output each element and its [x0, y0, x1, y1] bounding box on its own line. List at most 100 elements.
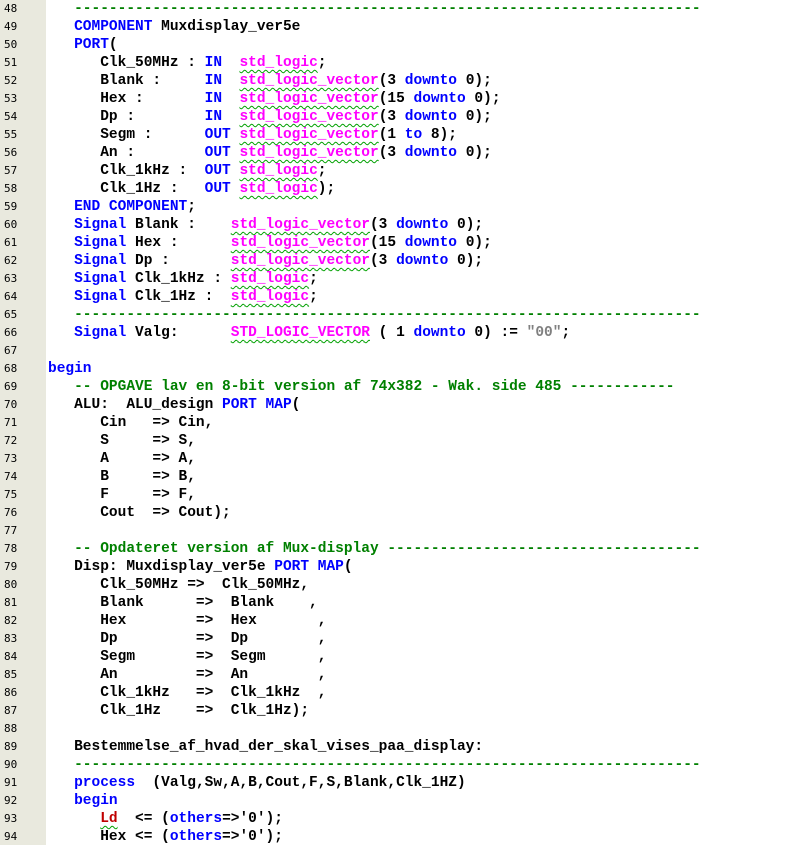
code-text: PORT(: [48, 36, 118, 54]
token-kw: process: [74, 775, 136, 791]
code-line[interactable]: 60 Signal Blank : std_logic_vector(3 dow…: [0, 216, 790, 234]
token-kw: Signal: [74, 235, 127, 251]
code-text: Hex <= (others=>'0');: [48, 828, 283, 845]
line-number: 49: [4, 20, 18, 33]
code-line[interactable]: 79 Disp: Muxdisplay_ver5e PORT MAP(: [0, 558, 790, 576]
token-kw: MAP: [265, 397, 292, 413]
line-number: 82: [4, 614, 18, 627]
token-plain: Hex => Hex ,: [48, 613, 327, 629]
line-number: 50: [4, 38, 18, 51]
token-plain: (1: [378, 127, 405, 143]
token-plain: (: [108, 37, 118, 53]
line-number: 62: [4, 254, 18, 267]
code-line[interactable]: 73 A => A,: [0, 450, 790, 468]
code-line[interactable]: 74 B => B,: [0, 468, 790, 486]
code-line[interactable]: 85 An => An ,: [0, 666, 790, 684]
code-line[interactable]: 91 process (Valg,Sw,A,B,Cout,F,S,Blank,C…: [0, 774, 790, 792]
code-line[interactable]: 71 Cin => Cin,: [0, 414, 790, 432]
code-line[interactable]: 84 Segm => Segm ,: [0, 648, 790, 666]
code-line[interactable]: 68 begin: [0, 360, 790, 378]
code-line[interactable]: 66 Signal Valg: STD_LOGIC_VECTOR ( 1 dow…: [0, 324, 790, 342]
token-plain: (15: [378, 91, 414, 107]
code-line[interactable]: 69 -- OPGAVE lav en 8-bit version af 74x…: [0, 378, 790, 396]
token-plain: Disp: Muxdisplay_ver5e: [48, 559, 275, 575]
code-line[interactable]: 61 Signal Hex : std_logic_vector(15 down…: [0, 234, 790, 252]
code-line[interactable]: 57 Clk_1kHz : OUT std_logic;: [0, 162, 790, 180]
code-line[interactable]: 58 Clk_1Hz : OUT std_logic);: [0, 180, 790, 198]
code-line[interactable]: 80 Clk_50MHz => Clk_50MHz,: [0, 576, 790, 594]
code-line[interactable]: 87 Clk_1Hz => Clk_1Hz);: [0, 702, 790, 720]
token-plain: (3: [378, 145, 405, 161]
token-plain: (3: [369, 253, 397, 269]
token-type: std_logic: [239, 55, 318, 71]
line-number: 84: [4, 650, 18, 663]
code-line[interactable]: 50 PORT(: [0, 36, 790, 54]
code-line[interactable]: 62 Signal Dp : std_logic_vector(3 downto…: [0, 252, 790, 270]
code-line[interactable]: 88: [0, 720, 790, 738]
token-kw: COMPONENT: [108, 199, 188, 215]
token-kw: END: [74, 199, 101, 215]
token-plain: <= (: [117, 811, 170, 827]
token-plain: Blank => Blank ,: [48, 595, 318, 611]
token-plain: Dp :: [126, 253, 231, 269]
token-plain: Clk_50MHz :: [48, 55, 205, 71]
code-line[interactable]: 67: [0, 342, 790, 360]
code-line[interactable]: 86 Clk_1kHz => Clk_1kHz ,: [0, 684, 790, 702]
code-line[interactable]: 70 ALU: ALU_design PORT MAP(: [0, 396, 790, 414]
code-line[interactable]: 77: [0, 522, 790, 540]
code-line[interactable]: 82 Hex => Hex ,: [0, 612, 790, 630]
code-line[interactable]: 56 An : OUT std_logic_vector(3 downto 0)…: [0, 144, 790, 162]
code-line[interactable]: 92 begin: [0, 792, 790, 810]
code-text: COMPONENT Muxdisplay_ver5e: [48, 18, 300, 36]
code-line[interactable]: 49 COMPONENT Muxdisplay_ver5e: [0, 18, 790, 36]
token-plain: Blank :: [48, 73, 205, 89]
code-line[interactable]: 63 Signal Clk_1kHz : std_logic;: [0, 270, 790, 288]
code-line[interactable]: 83 Dp => Dp ,: [0, 630, 790, 648]
token-kw: downto: [396, 217, 449, 233]
code-line[interactable]: 76 Cout => Cout);: [0, 504, 790, 522]
code-line[interactable]: 94 Hex <= (others=>'0');: [0, 828, 790, 845]
code-line[interactable]: 90 -------------------------------------…: [0, 756, 790, 774]
token-plain: 0);: [448, 217, 484, 233]
code-line[interactable]: 72 S => S,: [0, 432, 790, 450]
token-plain: 0);: [465, 91, 501, 107]
code-line[interactable]: 89 Bestemmelse_af_hvad_der_skal_vises_pa…: [0, 738, 790, 756]
code-line[interactable]: 64 Signal Clk_1Hz : std_logic;: [0, 288, 790, 306]
token-plain: Cin => Cin,: [48, 415, 214, 431]
code-line[interactable]: 52 Blank : IN std_logic_vector(3 downto …: [0, 72, 790, 90]
line-number: 61: [4, 236, 18, 249]
code-text: Clk_50MHz : IN std_logic;: [48, 54, 326, 72]
code-line[interactable]: 81 Blank => Blank ,: [0, 594, 790, 612]
token-plain: =>'0');: [222, 811, 283, 827]
token-plain: 8);: [422, 127, 458, 143]
line-number: 72: [4, 434, 18, 447]
code-line[interactable]: 93 Ld <= (others=>'0');: [0, 810, 790, 828]
code-line[interactable]: 75 F => F,: [0, 486, 790, 504]
code-line[interactable]: 65 -------------------------------------…: [0, 306, 790, 324]
token-type: std_logic: [239, 181, 318, 197]
code-text: begin: [48, 792, 118, 810]
token-type: std_logic: [230, 289, 310, 305]
code-line[interactable]: 55 Segm : OUT std_logic_vector(1 to 8);: [0, 126, 790, 144]
token-str: "00": [526, 325, 562, 341]
code-line[interactable]: 59 END COMPONENT;: [0, 198, 790, 216]
token-kw: PORT: [222, 397, 257, 413]
code-line[interactable]: 78 -- Opdateret version af Mux-display -…: [0, 540, 790, 558]
code-line[interactable]: 53 Hex : IN std_logic_vector(15 downto 0…: [0, 90, 790, 108]
token-plain: Hex :: [126, 235, 231, 251]
line-number: 89: [4, 740, 18, 753]
token-plain: (3: [369, 217, 397, 233]
code-text: Signal Hex : std_logic_vector(15 downto …: [48, 234, 492, 252]
line-number: 65: [4, 308, 18, 321]
code-line[interactable]: 48 -------------------------------------…: [0, 0, 790, 18]
code-editor[interactable]: 48 -------------------------------------…: [0, 0, 790, 845]
token-kw: others: [169, 811, 223, 827]
code-text: ----------------------------------------…: [48, 756, 701, 774]
code-line[interactable]: 54 Dp : IN std_logic_vector(3 downto 0);: [0, 108, 790, 126]
token-plain: S => S,: [48, 433, 196, 449]
code-line[interactable]: 51 Clk_50MHz : IN std_logic;: [0, 54, 790, 72]
